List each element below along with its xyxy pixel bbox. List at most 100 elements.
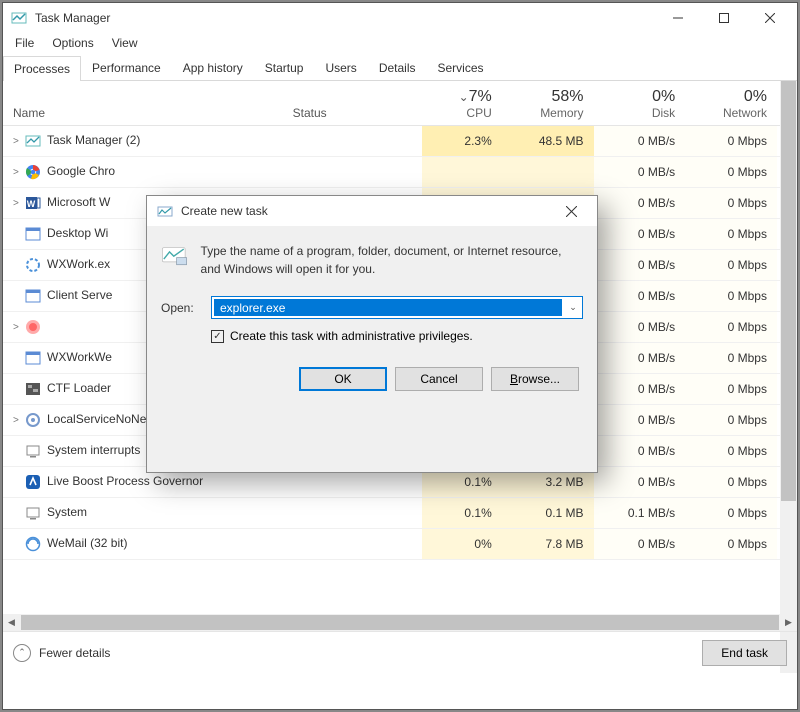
network-cell: 0 Mbps	[685, 187, 777, 218]
col-memory[interactable]: 58%Memory	[502, 81, 594, 125]
tab-services[interactable]: Services	[427, 55, 495, 80]
sort-indicator-icon: ⌄	[459, 90, 469, 104]
process-icon	[25, 536, 41, 552]
open-combobox[interactable]: ⌄	[211, 296, 583, 319]
table-row[interactable]: WeMail (32 bit) 0%7.8 MB0 MB/s0 Mbps	[3, 528, 797, 559]
process-icon	[25, 505, 41, 521]
expand-icon[interactable]: >	[13, 415, 23, 426]
disk-cell: 0 MB/s	[594, 466, 686, 497]
network-cell: 0 Mbps	[685, 528, 777, 559]
col-network[interactable]: 0%Network	[685, 81, 777, 125]
disk-cell: 0 MB/s	[594, 373, 686, 404]
disk-cell: 0 MB/s	[594, 187, 686, 218]
expand-icon[interactable]: >	[13, 322, 23, 333]
browse-button[interactable]: Browse...	[491, 367, 579, 391]
titlebar[interactable]: Task Manager	[3, 3, 797, 33]
create-new-task-dialog: Create new task Type the name of a progr…	[146, 195, 598, 473]
scrollbar-thumb[interactable]	[781, 81, 796, 501]
tab-app-history[interactable]: App history	[172, 55, 254, 80]
dialog-description: Type the name of a program, folder, docu…	[201, 242, 583, 278]
network-cell: 0 Mbps	[685, 466, 777, 497]
task-manager-window: Task Manager File Options View Processes…	[2, 2, 798, 710]
disk-cell: 0 MB/s	[594, 218, 686, 249]
network-cell: 0 Mbps	[685, 497, 777, 528]
hscroll-thumb[interactable]	[21, 615, 779, 630]
menu-options[interactable]: Options	[44, 34, 101, 52]
memory-cell	[502, 156, 594, 187]
network-cell: 0 Mbps	[685, 342, 777, 373]
tab-performance[interactable]: Performance	[81, 55, 172, 80]
process-name: Google Chro	[47, 164, 115, 178]
table-row[interactable]: >Task Manager (2)2.3%48.5 MB0 MB/s0 Mbps	[3, 125, 797, 156]
tab-processes[interactable]: Processes	[3, 56, 81, 81]
dialog-close-button[interactable]	[549, 197, 593, 225]
process-icon	[25, 133, 41, 149]
chevron-down-icon[interactable]: ⌄	[564, 302, 582, 313]
tab-users[interactable]: Users	[314, 55, 367, 80]
fewer-details-label: Fewer details	[39, 646, 110, 660]
disk-cell: 0 MB/s	[594, 404, 686, 435]
close-button[interactable]	[747, 3, 793, 33]
minimize-button[interactable]	[655, 3, 701, 33]
disk-cell: 0 MB/s	[594, 435, 686, 466]
dialog-title: Create new task	[181, 204, 549, 218]
cpu-cell: 0.1%	[422, 497, 502, 528]
network-cell: 0 Mbps	[685, 311, 777, 342]
process-icon: W	[25, 195, 41, 211]
process-icon	[25, 226, 41, 242]
expand-icon[interactable]: >	[13, 167, 23, 178]
table-row[interactable]: > Google Chro 0 MB/s0 Mbps	[3, 156, 797, 187]
disk-cell: 0 MB/s	[594, 528, 686, 559]
ok-button[interactable]: OK	[299, 367, 387, 391]
cancel-button[interactable]: Cancel	[395, 367, 483, 391]
hscroll-left-button[interactable]: ◀	[3, 614, 20, 631]
process-icon	[25, 257, 41, 273]
menu-view[interactable]: View	[104, 34, 146, 52]
menu-file[interactable]: File	[7, 34, 42, 52]
tab-startup[interactable]: Startup	[254, 55, 315, 80]
tab-details[interactable]: Details	[368, 55, 427, 80]
process-icon	[25, 381, 41, 397]
network-cell: 0 Mbps	[685, 218, 777, 249]
disk-cell: 0 MB/s	[594, 156, 686, 187]
process-name: WeMail (32 bit)	[47, 536, 127, 550]
network-cell: 0 Mbps	[685, 280, 777, 311]
vertical-scrollbar[interactable]	[780, 81, 797, 673]
app-icon	[11, 10, 27, 26]
horizontal-scrollbar[interactable]: ◀ ▶	[3, 614, 797, 631]
run-large-icon	[161, 242, 187, 278]
process-icon	[25, 350, 41, 366]
col-name[interactable]: Name	[3, 81, 283, 125]
process-name: WXWorkWe	[47, 350, 112, 364]
process-name: Desktop Wi	[47, 226, 108, 240]
network-cell: 0 Mbps	[685, 404, 777, 435]
process-name: Microsoft W	[47, 195, 110, 209]
dialog-titlebar[interactable]: Create new task	[147, 196, 597, 226]
expand-icon[interactable]: >	[13, 198, 23, 209]
table-row[interactable]: System0.1%0.1 MB0.1 MB/s0 Mbps	[3, 497, 797, 528]
maximize-button[interactable]	[701, 3, 747, 33]
disk-cell: 0 MB/s	[594, 249, 686, 280]
admin-privileges-checkbox[interactable]: ✓	[211, 330, 224, 343]
fewer-details-toggle[interactable]: ⌃ Fewer details	[13, 644, 110, 662]
open-input[interactable]	[214, 299, 562, 316]
expand-icon[interactable]: >	[13, 136, 23, 147]
open-label: Open:	[161, 301, 201, 315]
cpu-cell: 0%	[422, 528, 502, 559]
memory-cell: 7.8 MB	[502, 528, 594, 559]
status-cell	[283, 528, 422, 559]
footer-bar: ⌃ Fewer details End task	[3, 631, 797, 673]
network-cell: 0 Mbps	[685, 156, 777, 187]
col-disk[interactable]: 0%Disk	[594, 81, 686, 125]
disk-cell: 0 MB/s	[594, 125, 686, 156]
process-name: System	[47, 505, 87, 519]
hscroll-right-button[interactable]: ▶	[780, 614, 797, 631]
process-name: System interrupts	[47, 443, 140, 457]
process-icon	[25, 412, 41, 428]
process-name: Live Boost Process Governor	[47, 474, 203, 488]
memory-cell: 48.5 MB	[502, 125, 594, 156]
window-title: Task Manager	[35, 11, 655, 25]
end-task-button[interactable]: End task	[702, 640, 787, 666]
col-status[interactable]: Status	[283, 81, 422, 125]
col-cpu[interactable]: ⌄7%CPU	[422, 81, 502, 125]
